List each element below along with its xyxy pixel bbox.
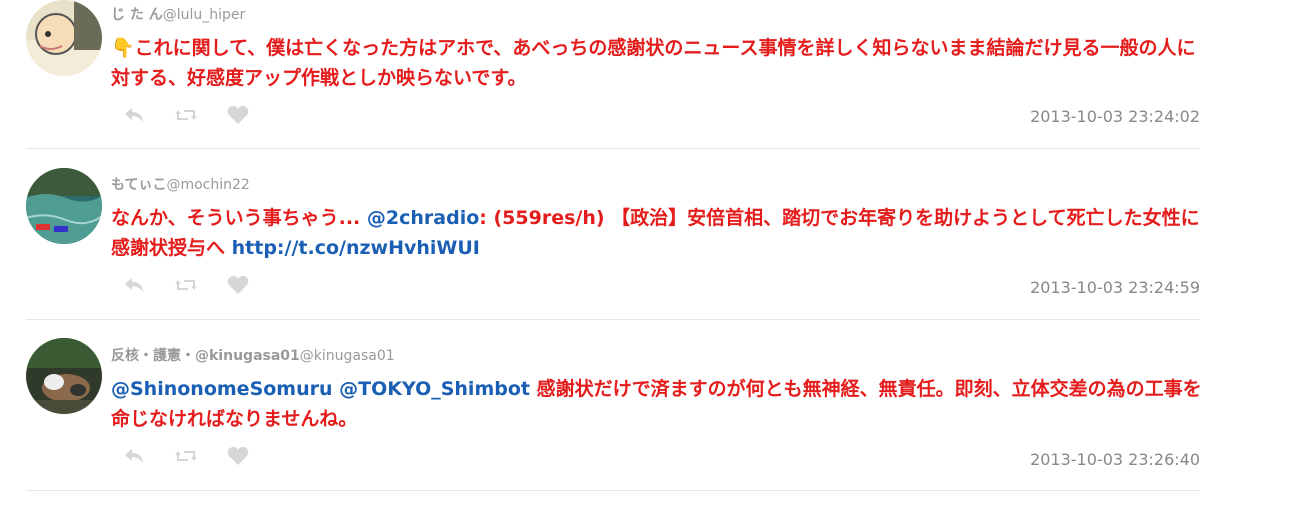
- favorite-icon[interactable]: [226, 274, 250, 296]
- avatar[interactable]: [26, 0, 102, 76]
- tweet-header: 反核・護憲・@kinugasa01@kinugasa01: [111, 345, 395, 365]
- divider: [26, 490, 1200, 491]
- tweet-header: もてぃこ@mochin22: [111, 174, 250, 194]
- reply-icon[interactable]: [122, 274, 146, 296]
- timestamp[interactable]: 2013-10-03 23:26:40: [1030, 450, 1200, 469]
- avatar[interactable]: [26, 338, 102, 414]
- user-name[interactable]: もてぃこ: [111, 177, 166, 193]
- divider: [26, 148, 1200, 149]
- tweet-header: じ た ん@lulu_hiper: [111, 4, 245, 24]
- reply-icon[interactable]: [122, 445, 146, 467]
- user-handle[interactable]: @lulu_hiper: [163, 7, 246, 23]
- retweet-icon[interactable]: [174, 274, 198, 296]
- url-link[interactable]: http://t.co/nzwHvhiWUI: [232, 237, 480, 259]
- tweet-text: なんか、そういう事ちゃう... @2chradio: (559res/h) 【政…: [111, 207, 1200, 259]
- reply-icon[interactable]: [122, 104, 146, 126]
- favorite-icon[interactable]: [226, 445, 250, 467]
- user-handle[interactable]: @mochin22: [166, 177, 249, 193]
- tweet-text: @ShinonomeSomuru @TOKYO_Shimbot 感謝状だけで済ま…: [111, 378, 1202, 430]
- tweet-text: 👇これに関して、僕は亡くなった方はアホで、あべっちの感謝状のニュース事情を詳しく…: [111, 37, 1196, 89]
- user-handle[interactable]: @kinugasa01: [300, 348, 395, 364]
- mention-link[interactable]: @2chradio: [367, 207, 479, 229]
- favorite-icon[interactable]: [226, 104, 250, 126]
- timestamp[interactable]: 2013-10-03 23:24:59: [1030, 278, 1200, 297]
- retweet-icon[interactable]: [174, 104, 198, 126]
- divider: [26, 319, 1200, 320]
- avatar[interactable]: [26, 168, 102, 244]
- user-name[interactable]: 反核・護憲・@kinugasa01: [111, 348, 300, 364]
- mention-link[interactable]: @TOKYO_Shimbot: [339, 378, 530, 400]
- retweet-icon[interactable]: [174, 445, 198, 467]
- user-name[interactable]: じ た ん: [111, 7, 163, 23]
- timestamp[interactable]: 2013-10-03 23:24:02: [1030, 107, 1200, 126]
- mention-link[interactable]: @ShinonomeSomuru: [111, 378, 333, 400]
- pointing-down-icon: 👇: [111, 37, 135, 59]
